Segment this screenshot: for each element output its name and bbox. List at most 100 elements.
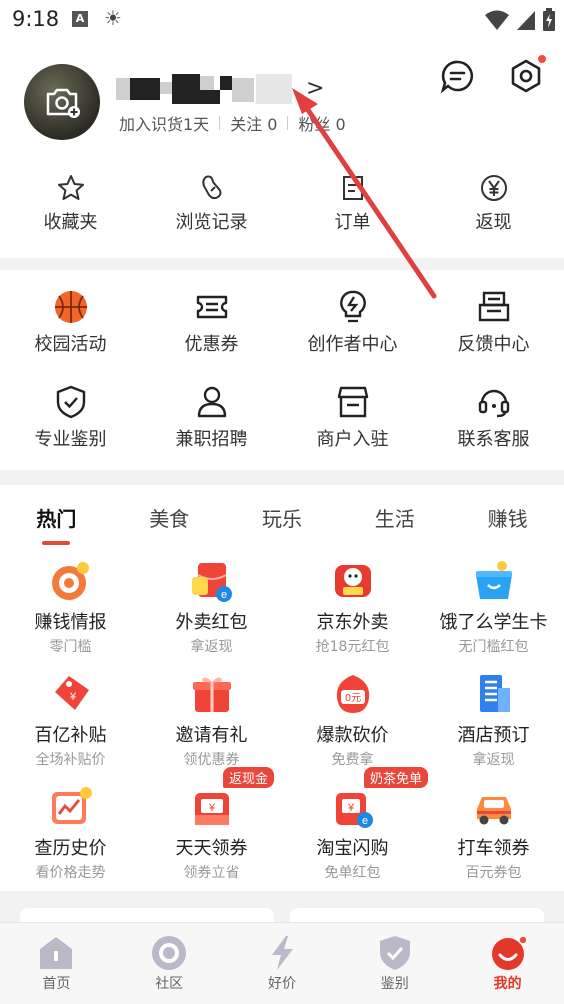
svg-text:e: e xyxy=(220,589,226,601)
quick-link-favorites[interactable]: 收藏夹 xyxy=(0,160,141,256)
bottom-nav: 首页 社区 好价 鉴别 我的 xyxy=(0,922,564,1004)
follow-count[interactable]: 关注 0 xyxy=(230,111,277,135)
deal-taxi-coupons[interactable]: 打车领券 百元券包 xyxy=(423,773,564,886)
store-icon xyxy=(337,386,368,418)
wifi-icon xyxy=(485,10,509,30)
deal-title: 天天领券 xyxy=(175,838,248,859)
deal-title: 爆款砍价 xyxy=(316,725,389,746)
quick-link-cashback[interactable]: 返现 xyxy=(423,160,564,256)
status-bar: 9:18 A ☀ xyxy=(0,0,564,40)
tab-hot[interactable]: 热门 xyxy=(0,485,113,547)
service-label: 创作者中心 xyxy=(307,334,398,355)
service-professional-authentication[interactable]: 专业鉴别 xyxy=(0,365,141,460)
basketball-icon xyxy=(54,291,87,323)
service-coupons[interactable]: 优惠券 xyxy=(141,270,282,365)
quick-link-history[interactable]: 浏览记录 xyxy=(141,160,282,256)
deal-subtitle: 领优惠券 xyxy=(183,752,240,768)
settings-icon[interactable] xyxy=(508,58,544,94)
nav-label: 好价 xyxy=(267,976,296,992)
deal-subtitle: 零门槛 xyxy=(49,639,92,655)
deal-takeout-red-packet[interactable]: e 外卖红包 拿返现 xyxy=(141,547,282,660)
service-label: 优惠券 xyxy=(184,334,239,355)
service-campus-activity[interactable]: 校园活动 xyxy=(0,270,141,365)
message-icon[interactable] xyxy=(440,58,476,94)
notification-a-icon: A xyxy=(72,11,88,27)
deal-daily-coupons[interactable]: 返现金 ¥ 天天领券 领券立省 xyxy=(141,767,282,886)
nav-label: 首页 xyxy=(42,976,71,992)
profile-chevron-icon[interactable]: > xyxy=(306,76,324,101)
quick-link-orders[interactable]: 订单 xyxy=(282,160,423,256)
service-label: 联系客服 xyxy=(457,429,530,450)
tab-entertainment[interactable]: 玩乐 xyxy=(226,485,339,547)
deal-title: 打车领券 xyxy=(457,838,530,859)
svg-text:e: e xyxy=(361,815,367,827)
join-days: 加入识货1天 xyxy=(119,115,210,134)
service-part-time-jobs[interactable]: 兼职招聘 xyxy=(141,365,282,460)
battery-icon xyxy=(543,8,555,31)
deal-ten-billion-subsidy[interactable]: ¥ 百亿补贴 全场补贴价 xyxy=(0,660,141,773)
quick-link-label: 订单 xyxy=(334,212,371,233)
nav-mine[interactable]: 我的 xyxy=(451,923,564,1004)
lightbulb-icon xyxy=(339,290,366,323)
settings-notification-dot xyxy=(538,55,546,63)
service-customer-support[interactable]: 联系客服 xyxy=(423,365,564,460)
service-label: 校园活动 xyxy=(34,334,107,355)
quick-links: 收藏夹 浏览记录 订单 返现 xyxy=(0,160,564,256)
service-creator-center[interactable]: 创作者中心 xyxy=(282,270,423,365)
service-feedback-center[interactable]: 反馈中心 xyxy=(423,270,564,365)
deal-subtitle: 拿返现 xyxy=(472,752,515,768)
service-label: 兼职招聘 xyxy=(175,429,248,450)
deal-title: 酒店预订 xyxy=(457,725,530,746)
footprint-icon xyxy=(201,175,221,200)
hotel-building-icon xyxy=(479,675,510,712)
avatar[interactable] xyxy=(24,64,100,140)
quick-link-label: 收藏夹 xyxy=(43,212,98,233)
deal-eleme-student-card[interactable]: 饿了么学生卡 无门槛红包 xyxy=(423,547,564,660)
deal-hot-bargain[interactable]: 0元 爆款砍价 免费拿 xyxy=(282,660,423,773)
deal-subtitle: 领券立省 xyxy=(183,865,240,881)
red-envelope-e-icon: ¥e xyxy=(335,793,373,828)
nav-good-deals[interactable]: 好价 xyxy=(226,923,339,1004)
deal-earn-money-intel[interactable]: 赚钱情报 零门槛 xyxy=(0,547,141,660)
divider xyxy=(219,116,221,130)
camera-plus-icon xyxy=(46,88,80,118)
deal-subtitle: 全场补贴价 xyxy=(35,752,106,768)
shield-check-icon xyxy=(56,385,85,419)
target-coin-icon xyxy=(51,562,89,600)
deal-subtitle: 百元券包 xyxy=(465,865,522,881)
star-icon xyxy=(57,175,84,200)
zero-yuan-icon: 0元 xyxy=(336,675,369,713)
status-indicators xyxy=(484,8,556,32)
headset-icon xyxy=(478,389,509,418)
price-tag-icon: ¥ xyxy=(54,676,89,710)
deal-invite-gift[interactable]: 邀请有礼 领优惠券 xyxy=(141,660,282,773)
status-time: 9:18 xyxy=(12,7,60,31)
deal-taobao-flash-buy[interactable]: 奶茶免单 ¥ e 淘宝闪购 免单红包 xyxy=(282,767,429,886)
person-icon xyxy=(197,386,226,418)
svg-text:¥: ¥ xyxy=(346,802,354,814)
services-card: 校园活动 优惠券 创作者中心 反馈中心 专业鉴别 兼职招聘 商户入驻 联系客服 xyxy=(0,270,564,470)
feedback-icon xyxy=(478,291,509,322)
deal-jd-takeout[interactable]: 京东外卖 抢18元红包 xyxy=(282,547,423,660)
tab-earn-money[interactable]: 赚钱 xyxy=(451,485,564,547)
deal-subtitle: 免费拿 xyxy=(331,752,374,768)
username-redacted[interactable] xyxy=(116,72,302,108)
service-merchant-onboarding[interactable]: 商户入驻 xyxy=(282,365,423,460)
deal-subtitle: 抢18元红包 xyxy=(315,639,390,655)
sun-icon: ☀ xyxy=(104,6,122,30)
nav-home[interactable]: 首页 xyxy=(0,923,113,1004)
fans-count[interactable]: 粉丝 0 xyxy=(298,111,345,135)
deal-hotel-booking[interactable]: 酒店预订 拿返现 xyxy=(423,660,564,773)
dog-mascot-icon xyxy=(334,565,371,597)
svg-text:¥: ¥ xyxy=(68,691,76,703)
deal-price-history[interactable]: 查历史价 看价格走势 xyxy=(0,773,141,886)
home-icon xyxy=(40,937,73,969)
tab-food[interactable]: 美食 xyxy=(113,485,226,547)
svg-text:¥: ¥ xyxy=(207,802,215,814)
nav-community[interactable]: 社区 xyxy=(113,923,226,1004)
service-label: 商户入驻 xyxy=(316,429,389,450)
tab-life[interactable]: 生活 xyxy=(338,485,451,547)
deals-card: 热门 美食 玩乐 生活 赚钱 赚钱情报 零门槛 e 外卖红包 拿返现 京东外卖 … xyxy=(0,485,564,891)
nav-label: 我的 xyxy=(493,976,522,992)
nav-authentication[interactable]: 鉴别 xyxy=(338,923,451,1004)
